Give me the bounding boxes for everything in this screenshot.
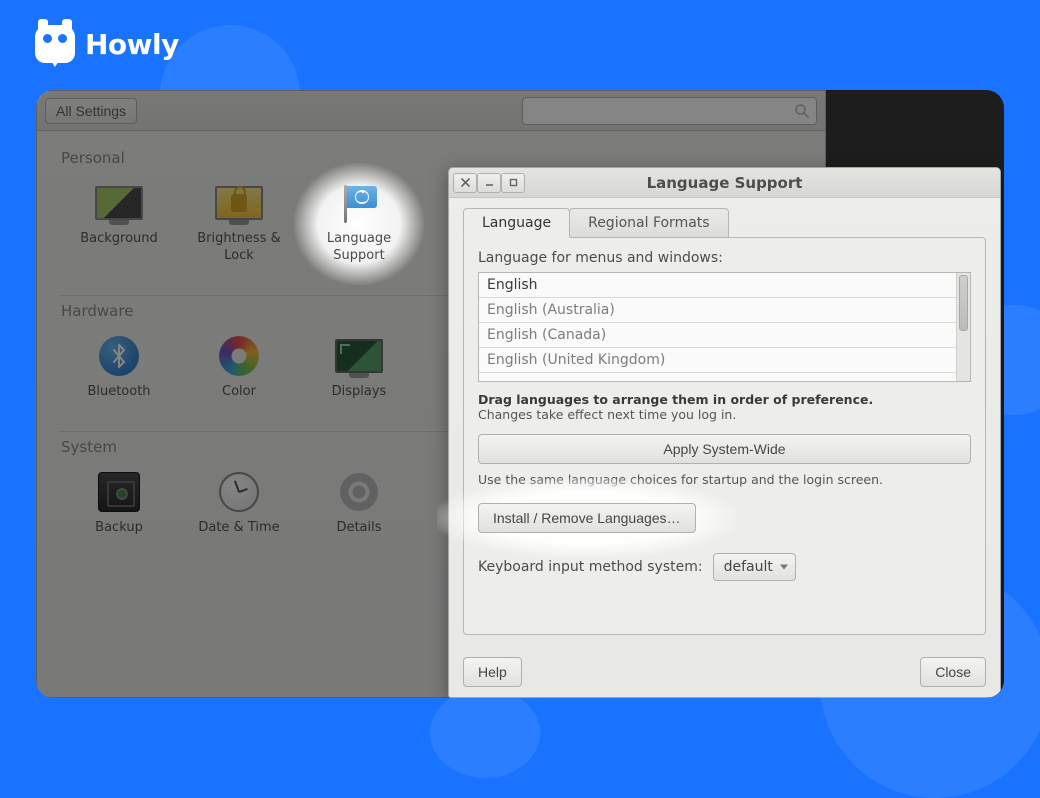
- scrollbar[interactable]: [956, 273, 970, 381]
- setting-brightness-lock[interactable]: Brightness & Lock: [179, 175, 299, 269]
- setting-bluetooth[interactable]: Bluetooth: [59, 328, 179, 405]
- window-maximize-button[interactable]: [501, 173, 525, 193]
- setting-language-support[interactable]: Language Support: [299, 175, 419, 269]
- brightness-icon: [215, 186, 263, 220]
- background-icon: [95, 186, 143, 220]
- setting-backup[interactable]: Backup: [59, 464, 179, 541]
- bluetooth-icon: [99, 336, 139, 376]
- setting-background[interactable]: Background: [59, 175, 179, 269]
- setting-label: Background: [80, 231, 158, 248]
- install-remove-languages-button[interactable]: Install / Remove Languages…: [478, 503, 696, 533]
- list-item[interactable]: English (Australia): [479, 298, 956, 323]
- maximize-icon: [509, 178, 518, 187]
- settings-toolbar: All Settings: [37, 91, 825, 131]
- use-same-hint: Use the same language choices for startu…: [478, 472, 971, 487]
- keyboard-input-select[interactable]: default: [713, 553, 796, 581]
- tab-panel-language: Language for menus and windows: English …: [463, 237, 986, 635]
- dialog-tabs: Language Regional Formats: [463, 208, 986, 238]
- setting-label: Language Support: [301, 231, 417, 265]
- list-item[interactable]: English (United Kingdom): [479, 348, 956, 373]
- dialog-title: Language Support: [449, 174, 1000, 192]
- setting-label: Brightness & Lock: [181, 231, 297, 265]
- screenshot-card: All Settings Personal Background Brig: [36, 90, 1004, 698]
- lang-for-menus-label: Language for menus and windows:: [478, 250, 971, 266]
- setting-details[interactable]: Details: [299, 464, 419, 541]
- dialog-titlebar[interactable]: Language Support: [449, 168, 1000, 198]
- language-flag-icon: [341, 183, 377, 223]
- tab-regional-formats[interactable]: Regional Formats: [569, 208, 728, 238]
- owl-icon: [35, 25, 75, 63]
- help-button[interactable]: Help: [463, 657, 522, 687]
- setting-color[interactable]: Color: [179, 328, 299, 405]
- drag-hint: Drag languages to arrange them in order …: [478, 392, 971, 407]
- list-item[interactable]: English: [479, 273, 956, 298]
- search-input[interactable]: [529, 103, 794, 118]
- search-icon: [794, 103, 810, 119]
- howly-logo: Howly: [35, 25, 179, 63]
- backup-icon: [98, 472, 140, 512]
- setting-label: Bluetooth: [87, 384, 150, 401]
- window-minimize-button[interactable]: [477, 173, 501, 193]
- window-close-button[interactable]: [453, 173, 477, 193]
- displays-icon: [335, 339, 383, 373]
- setting-displays[interactable]: Displays: [299, 328, 419, 405]
- minimize-icon: [485, 178, 494, 187]
- scrollbar-thumb[interactable]: [959, 275, 968, 331]
- all-settings-button[interactable]: All Settings: [45, 98, 137, 124]
- setting-label: Displays: [332, 384, 387, 401]
- setting-label: Date & Time: [198, 520, 279, 537]
- drag-hint-sub: Changes take effect next time you log in…: [478, 407, 971, 422]
- setting-label: Color: [222, 384, 256, 401]
- list-item[interactable]: English (Canada): [479, 323, 956, 348]
- close-button[interactable]: Close: [920, 657, 986, 687]
- close-icon: [461, 178, 470, 187]
- setting-label: Backup: [95, 520, 143, 537]
- brand-name: Howly: [85, 28, 179, 61]
- search-field[interactable]: [522, 97, 817, 125]
- apply-system-wide-button[interactable]: Apply System-Wide: [478, 434, 971, 464]
- tab-language[interactable]: Language: [463, 208, 570, 238]
- section-personal-label: Personal: [61, 149, 803, 167]
- setting-label: Details: [336, 520, 381, 537]
- color-icon: [219, 336, 259, 376]
- setting-date-time[interactable]: Date & Time: [179, 464, 299, 541]
- language-list[interactable]: English English (Australia) English (Can…: [478, 272, 971, 382]
- clock-icon: [219, 472, 259, 512]
- gear-icon: [340, 473, 378, 511]
- keyboard-input-label: Keyboard input method system:: [478, 559, 703, 575]
- language-support-dialog: Language Support Language Regional Forma…: [448, 167, 1001, 698]
